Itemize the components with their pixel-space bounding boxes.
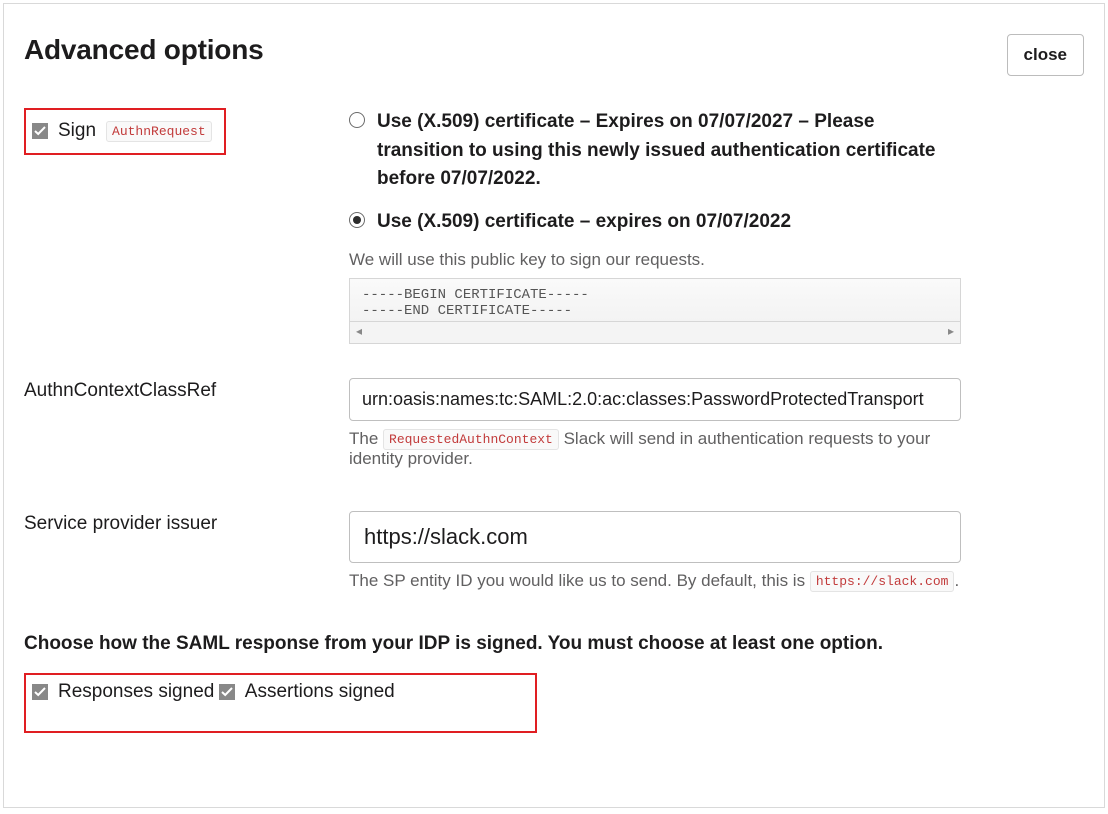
sign-authnrequest-checkbox[interactable] [32, 123, 48, 139]
cert-option-2022-label: Use (X.509) certificate – expires on 07/… [377, 208, 791, 237]
close-button[interactable]: close [1007, 34, 1084, 76]
sign-authnrequest-highlight: Sign AuthnRequest [24, 108, 226, 155]
authncontext-label: AuthnContextClassRef [24, 378, 349, 402]
sp-issuer-input[interactable] [349, 511, 961, 563]
authncontext-row: AuthnContextClassRef The RequestedAuthnC… [24, 378, 1084, 477]
check-icon [34, 125, 46, 137]
cert-pem-box[interactable]: -----BEGIN CERTIFICATE----- -----END CER… [349, 278, 961, 322]
signing-instruction: Choose how the SAML response from your I… [24, 633, 1084, 655]
scroll-left-icon: ◂ [356, 324, 362, 338]
assertions-signed-label: Assertions signed [245, 681, 395, 703]
sp-issuer-label: Service provider issuer [24, 511, 349, 535]
sp-help-post: . [954, 571, 959, 590]
requestedauthncontext-code: RequestedAuthnContext [383, 429, 559, 450]
cert-option-2027-label: Use (X.509) certificate – Expires on 07/… [377, 108, 961, 194]
cert-option-2022[interactable]: Use (X.509) certificate – expires on 07/… [349, 208, 961, 237]
cert-pem-wrap: -----BEGIN CERTIFICATE----- -----END CER… [349, 278, 961, 344]
sign-authnrequest-row: Sign AuthnRequest Use (X.509) certificat… [24, 108, 1084, 344]
scroll-right-icon: ▸ [948, 324, 954, 338]
sp-issuer-row: Service provider issuer The SP entity ID… [24, 511, 1084, 599]
header-row: Advanced options close [24, 34, 1084, 76]
sign-authnrequest-left: Sign AuthnRequest [24, 108, 349, 155]
responses-signed-checkbox[interactable] [32, 684, 48, 700]
assertions-signed-checkbox[interactable] [219, 684, 235, 700]
sp-help-pre: The SP entity ID you would like us to se… [349, 571, 810, 590]
check-icon [34, 686, 46, 698]
radio-checked-icon [349, 212, 365, 228]
sign-label: Sign [58, 120, 96, 142]
cert-horizontal-scrollbar[interactable]: ◂ ▸ [349, 322, 961, 344]
cert-option-2027[interactable]: Use (X.509) certificate – Expires on 07/… [349, 108, 961, 194]
responses-signed-label: Responses signed [58, 681, 214, 703]
page-title: Advanced options [24, 34, 264, 66]
signing-highlight: Responses signed Assertions signed [24, 673, 537, 733]
cert-help-text: We will use this public key to sign our … [349, 250, 961, 270]
certificate-options: Use (X.509) certificate – Expires on 07/… [349, 108, 961, 344]
advanced-options-panel: Advanced options close Sign AuthnRequest… [3, 3, 1105, 808]
check-icon [221, 686, 233, 698]
radio-unchecked-icon [349, 112, 365, 128]
sp-issuer-help: The SP entity ID you would like us to se… [349, 571, 961, 591]
authncontext-input[interactable] [349, 378, 961, 421]
sp-default-code: https://slack.com [810, 571, 955, 592]
authncontext-help: The RequestedAuthnContext Slack will sen… [349, 429, 961, 469]
authnrequest-code: AuthnRequest [106, 121, 212, 142]
authncontext-help-pre: The [349, 429, 383, 448]
